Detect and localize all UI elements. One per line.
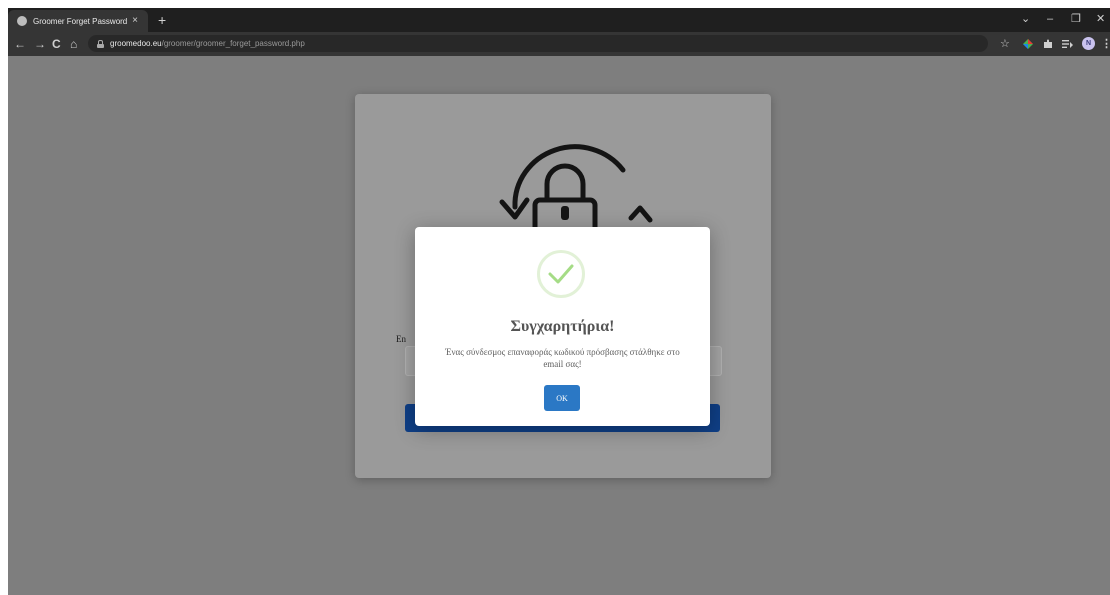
modal-message: Ένας σύνδεσμος επαναφοράς κωδικού πρόσβα…: [445, 347, 680, 369]
favicon-icon: [17, 16, 27, 26]
tab-active[interactable]: Groomer Forget Password ×: [8, 10, 148, 32]
address-toolbar: ← → C ⌂ groomedoo.eu/groomer/groomer_for…: [8, 32, 1110, 56]
reload-button[interactable]: C: [52, 36, 61, 52]
url-host: groomedoo.eu: [110, 39, 162, 48]
page-viewport: En Συγχαρητήρια! Ένας σύνδεσμος επαναφορ…: [8, 56, 1110, 595]
url-path: /groomer/groomer_forget_password.php: [161, 39, 305, 48]
puzzle-icon[interactable]: [1043, 36, 1053, 52]
browser-window: Groomer Forget Password × + ⌄ – ❐ ✕ ← → …: [8, 8, 1110, 595]
back-button[interactable]: ←: [14, 36, 26, 52]
minimize-button[interactable]: –: [1047, 12, 1053, 26]
color-extension-icon[interactable]: [1023, 36, 1033, 52]
tab-close-button[interactable]: ×: [132, 16, 138, 26]
forward-button[interactable]: →: [34, 36, 46, 52]
home-button[interactable]: ⌂: [70, 36, 77, 52]
lock-icon[interactable]: [97, 39, 104, 48]
success-modal: Συγχαρητήρια! Ένας σύνδεσμος επαναφοράς …: [415, 227, 710, 426]
close-window-button[interactable]: ✕: [1096, 12, 1105, 26]
tab-search-dropdown-icon[interactable]: ⌄: [1021, 12, 1030, 26]
success-check-icon: [537, 250, 585, 298]
tab-title: Groomer Forget Password: [33, 16, 128, 26]
reading-list-icon[interactable]: [1062, 36, 1073, 52]
menu-dots-icon[interactable]: ⋮: [1101, 36, 1110, 52]
tab-strip: Groomer Forget Password × + ⌄ – ❐ ✕: [8, 8, 1110, 32]
profile-avatar[interactable]: N: [1082, 37, 1095, 50]
ok-button[interactable]: OK: [544, 385, 580, 411]
new-tab-button[interactable]: +: [158, 11, 166, 29]
modal-title: Συγχαρητήρια!: [510, 318, 615, 335]
url-text[interactable]: groomedoo.eu/groomer/groomer_forget_pass…: [110, 39, 305, 48]
address-bar[interactable]: groomedoo.eu/groomer/groomer_forget_pass…: [88, 35, 988, 52]
restore-button[interactable]: ❐: [1071, 12, 1081, 26]
email-label: En: [396, 334, 406, 344]
star-icon[interactable]: ☆: [1000, 36, 1010, 52]
password-reset-lock-icon: [499, 144, 653, 232]
